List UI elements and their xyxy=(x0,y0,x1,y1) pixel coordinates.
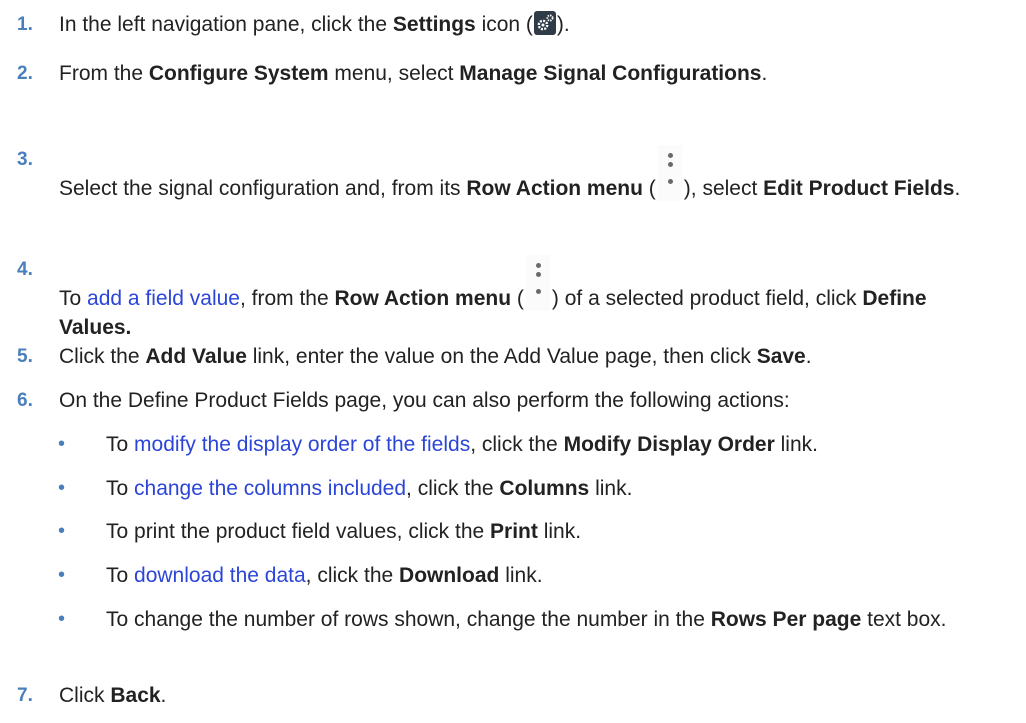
step-text: Click Back. xyxy=(59,684,167,707)
step-number: 7. xyxy=(17,685,33,706)
bullet-dot: • xyxy=(58,608,66,630)
bullet-dot: • xyxy=(58,520,66,542)
kebab-menu-icon xyxy=(657,145,682,201)
step-number: 4. xyxy=(17,259,33,280)
modify-display-order-link[interactable]: modify the display order of the fields xyxy=(134,433,470,456)
step-text: On the Define Product Fields page, you c… xyxy=(59,389,790,412)
step-number: 2. xyxy=(17,63,33,84)
bullet-text: To modify the display order of the field… xyxy=(106,433,818,456)
step-text: From the Configure System menu, select M… xyxy=(59,62,768,85)
step-number: 5. xyxy=(17,346,33,367)
step-number: 3. xyxy=(17,149,33,170)
add-field-value-link[interactable]: add a field value xyxy=(87,287,240,310)
step-number: 1. xyxy=(17,14,33,35)
step-text: Click the Add Value link, enter the valu… xyxy=(59,345,812,368)
bullet-dot: • xyxy=(58,477,66,499)
bullet-dot: • xyxy=(58,433,66,455)
step-text: Select the signal configuration and, fro… xyxy=(59,145,986,203)
bullet-dot: • xyxy=(58,564,66,586)
gear-settings-icon xyxy=(533,11,556,35)
step-number: 6. xyxy=(17,390,33,411)
bullet-text: To change the number of rows shown, chan… xyxy=(106,608,947,631)
bullet-text: To change the columns included, click th… xyxy=(106,477,633,500)
change-columns-link[interactable]: change the columns included xyxy=(134,477,406,500)
kebab-menu-icon xyxy=(525,255,550,311)
bullet-text: To download the data, click the Download… xyxy=(106,564,543,587)
step-text: To add a field value, from the Row Actio… xyxy=(59,255,986,342)
bullet-text: To print the product field values, click… xyxy=(106,520,582,543)
step-text: In the left navigation pane, click the S… xyxy=(59,11,570,36)
download-data-link[interactable]: download the data xyxy=(134,564,306,587)
